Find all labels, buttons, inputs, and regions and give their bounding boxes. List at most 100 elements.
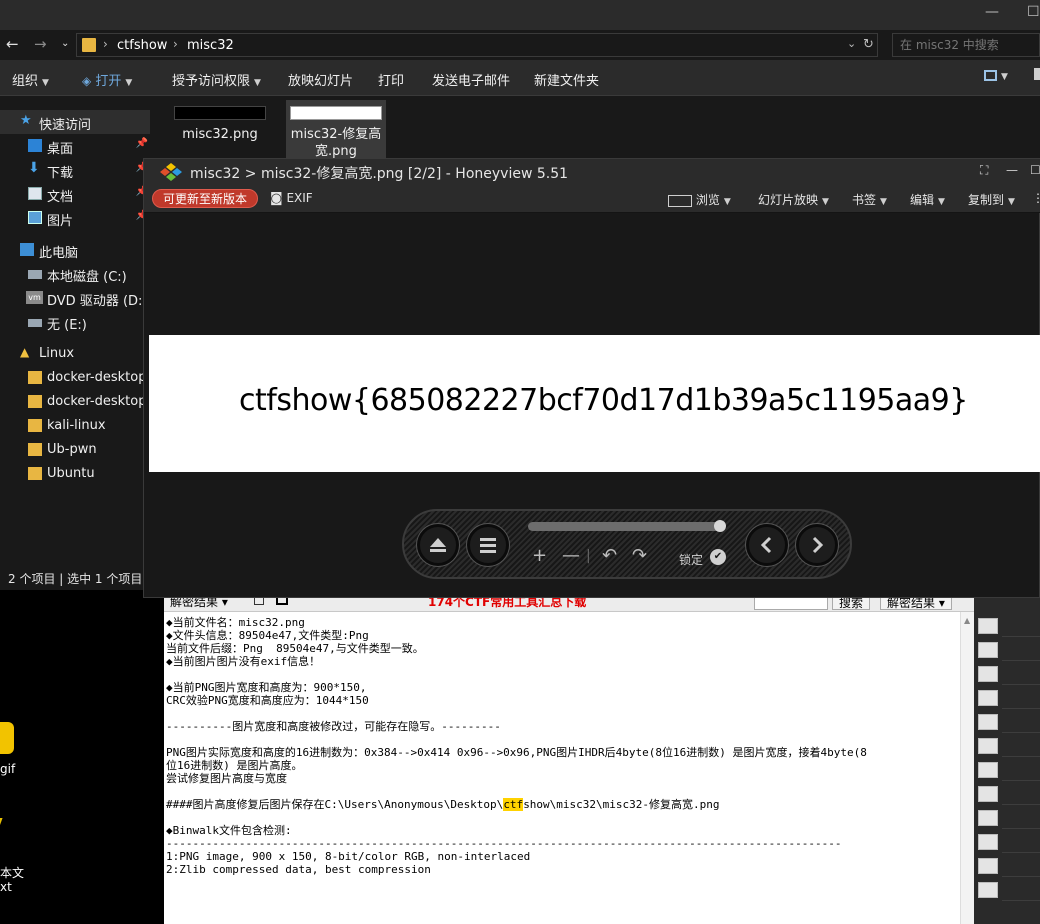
open-button[interactable]: ◈ 打开 ▼ <box>82 70 132 89</box>
thumbnail-item[interactable] <box>978 642 998 658</box>
thumbnail-item[interactable] <box>978 762 998 778</box>
file-item[interactable]: misc32.png <box>170 100 270 160</box>
search-box[interactable] <box>892 33 1040 57</box>
tool-output-text[interactable]: ◆当前文件名：misc32.png ◆文件头信息：89504e47,文件类型:Pn… <box>166 616 960 922</box>
thumbnail-item[interactable] <box>978 666 998 682</box>
edit-menu[interactable]: 编辑 ▼ <box>910 191 945 208</box>
address-dropdown-icon[interactable]: ⌄ <box>847 37 856 50</box>
menu-button[interactable] <box>467 524 509 566</box>
thumbnail-strip <box>974 598 1040 924</box>
viewer-maximize-icon[interactable]: ☐ <box>1030 163 1040 177</box>
nav-documents-label: 文档 <box>47 190 74 205</box>
thumbnail-item[interactable] <box>978 834 998 850</box>
thumbnail-item[interactable] <box>978 810 998 826</box>
share-access-button[interactable]: 授予访问权限 ▼ <box>172 70 261 89</box>
zoom-out-icon[interactable]: — <box>562 547 580 565</box>
eject-button[interactable] <box>417 524 459 566</box>
maximize-icon[interactable]: ☐ <box>1027 4 1040 20</box>
address-bar[interactable]: › ctfshow › misc32 ⌄ ↻ <box>76 33 878 57</box>
slideshow-menu[interactable]: 幻灯片放映 ▼ <box>758 191 829 208</box>
eject-icon <box>430 538 446 552</box>
organize-button[interactable]: 组织 ▼ <box>12 70 49 89</box>
next-image-button[interactable] <box>796 524 838 566</box>
nav-local-disk[interactable]: 本地磁盘 (C:) <box>0 262 150 286</box>
status-bar: 2 个项目 | 选中 1 个项目 <box>0 564 150 590</box>
zoom-in-icon[interactable]: + <box>532 547 547 565</box>
thumbnail-item[interactable] <box>978 618 998 634</box>
lock-check-icon[interactable]: ✔ <box>710 549 726 565</box>
nav-linux[interactable]: ▲ Linux <box>0 342 150 366</box>
exif-button[interactable]: ◙ EXIF <box>270 191 313 206</box>
exif-label: EXIF <box>286 191 313 205</box>
folder-icon <box>28 467 42 480</box>
new-folder-button[interactable]: 新建文件夹 <box>534 70 599 89</box>
thumbnail-item[interactable] <box>978 690 998 706</box>
scroll-up-icon[interactable]: ▲ <box>964 616 970 625</box>
view-options-icon[interactable]: ▼ <box>984 68 1008 83</box>
nav-linux-item[interactable]: docker-desktop- <box>0 390 150 414</box>
nav-quick-access[interactable]: ★ 快速访问 <box>0 110 150 134</box>
share-access-label: 授予访问权限 <box>172 74 251 89</box>
search-input[interactable] <box>893 34 1039 56</box>
nav-downloads[interactable]: ⬇ 下载 📌 <box>0 158 150 182</box>
more-menu-icon[interactable]: ⋮ <box>1032 191 1040 205</box>
star-icon: ★ <box>20 113 32 128</box>
update-button[interactable]: 可更新至新版本 <box>152 189 259 208</box>
previous-image-button[interactable] <box>746 524 788 566</box>
copy-to-label: 复制到 <box>968 193 1005 207</box>
thumbnail-item[interactable] <box>978 858 998 874</box>
output-blank-line <box>166 811 960 824</box>
thumbnail-item[interactable] <box>978 882 998 898</box>
vertical-scrollbar[interactable]: ▲ <box>960 612 974 924</box>
slideshow-button[interactable]: 放映幻灯片 <box>288 70 353 89</box>
breadcrumb-ctfshow[interactable]: ctfshow <box>117 38 167 53</box>
nav-pictures[interactable]: 图片 📌 <box>0 206 150 230</box>
nav-dvd[interactable]: vm DVD 驱动器 (D:) V <box>0 286 150 310</box>
documents-icon <box>28 187 42 200</box>
desktop-icon-label: 本文 <box>0 866 25 880</box>
zoom-slider-handle[interactable] <box>714 520 726 532</box>
forward-arrow-icon[interactable]: → <box>34 36 47 52</box>
copy-to-menu[interactable]: 复制到 ▼ <box>968 191 1015 208</box>
thumbnail-item[interactable] <box>978 714 998 730</box>
drive-icon <box>28 319 42 327</box>
viewer-minimize-icon[interactable]: — <box>1006 163 1018 177</box>
browse-menu[interactable]: 浏览 ▼ <box>668 191 731 208</box>
print-button[interactable]: 打印 <box>378 70 404 89</box>
nav-e-drive[interactable]: 无 (E:) <box>0 310 150 334</box>
gif-file-icon[interactable] <box>0 722 14 754</box>
preview-pane-icon[interactable] <box>1034 68 1040 84</box>
separator: | <box>586 548 591 564</box>
bookmark-menu[interactable]: 书签 ▼ <box>852 191 887 208</box>
drive-icon <box>28 270 42 279</box>
output-line: ◆Binwalk文件包含检测: <box>166 824 292 837</box>
folder-icon <box>28 395 42 408</box>
email-button[interactable]: 发送电子邮件 <box>432 70 510 89</box>
rotate-left-icon[interactable]: ↶ <box>602 547 617 565</box>
rotate-right-icon[interactable]: ↷ <box>632 547 647 565</box>
nav-linux-item[interactable]: kali-linux <box>0 414 150 438</box>
back-arrow-icon[interactable]: ← <box>6 36 19 52</box>
nav-this-pc[interactable]: 此电脑 <box>0 238 150 262</box>
nav-linux-item[interactable]: docker-desktop <box>0 366 150 390</box>
thumbnail-item[interactable] <box>978 738 998 754</box>
nav-desktop[interactable]: 桌面 📌 <box>0 134 150 158</box>
refresh-icon[interactable]: ↻ <box>863 37 874 52</box>
nav-linux-item[interactable]: Ubuntu <box>0 462 150 486</box>
output-path-prefix: ####图片高度修复后图片保存在C:\Users\Anonymous\Deskt… <box>166 798 504 811</box>
thumbnail-item[interactable] <box>978 786 998 802</box>
text-file-icon[interactable] <box>0 818 21 854</box>
fullscreen-icon[interactable]: ⛶ <box>980 163 988 178</box>
nav-documents[interactable]: 文档 📌 <box>0 182 150 206</box>
nav-linux-item-label: docker-desktop <box>47 370 147 385</box>
output-line: ◆当前图片图片没有exif信息！ <box>166 655 321 668</box>
zoom-slider[interactable] <box>528 522 724 531</box>
file-item-selected[interactable]: misc32-修复高宽.png <box>286 100 386 164</box>
recent-locations-chevron-icon[interactable]: ⌄ <box>61 36 69 52</box>
camera-icon: ◙ <box>270 191 283 206</box>
breadcrumb-misc32[interactable]: misc32 <box>187 38 234 53</box>
linux-penguin-icon: ▲ <box>20 345 30 359</box>
nav-linux-item[interactable]: Ub-pwn <box>0 438 150 462</box>
lock-toggle[interactable]: 锁定 <box>679 551 703 568</box>
minimize-icon[interactable]: — <box>985 4 999 20</box>
